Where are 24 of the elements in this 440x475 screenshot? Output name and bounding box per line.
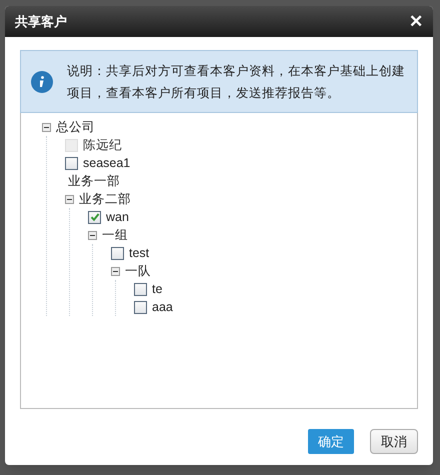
notice-text: 说明：共享后对方可查看本客户资料，在本客户基础上创建项目，查看本客户所有项目，发送推荐报告等。 xyxy=(67,62,405,102)
collapse-toggle-icon[interactable] xyxy=(65,194,74,204)
tree-node-label[interactable]: 一队 xyxy=(125,262,151,280)
tree-node-label[interactable]: wan xyxy=(106,208,129,226)
cancel-button[interactable]: 取消 xyxy=(370,429,418,454)
tree-node-label[interactable]: 业务一部 xyxy=(68,172,120,190)
tree-node-label[interactable]: aaa xyxy=(152,298,173,316)
checkbox[interactable] xyxy=(134,300,147,314)
info-icon xyxy=(31,70,53,92)
checkbox[interactable] xyxy=(65,156,78,170)
collapse-toggle-icon[interactable] xyxy=(111,266,120,276)
tree-node-label[interactable]: seasea1 xyxy=(83,154,130,172)
tree-node-label[interactable]: 业务二部 xyxy=(79,190,131,208)
checkbox[interactable] xyxy=(134,282,147,296)
close-button[interactable]: ✕ xyxy=(409,13,423,30)
collapse-toggle-icon[interactable] xyxy=(88,230,97,240)
checkbox[interactable] xyxy=(88,210,101,224)
window-title: 共享客户 xyxy=(15,12,67,31)
tree-node-label[interactable]: test xyxy=(129,244,150,262)
checkbox[interactable] xyxy=(111,246,124,260)
tree-node-label[interactable]: te xyxy=(152,280,162,298)
tree-node-label[interactable]: 一组 xyxy=(102,226,128,244)
tree-node-label[interactable]: 总公司 xyxy=(56,118,95,136)
collapse-toggle-icon[interactable] xyxy=(42,122,51,132)
